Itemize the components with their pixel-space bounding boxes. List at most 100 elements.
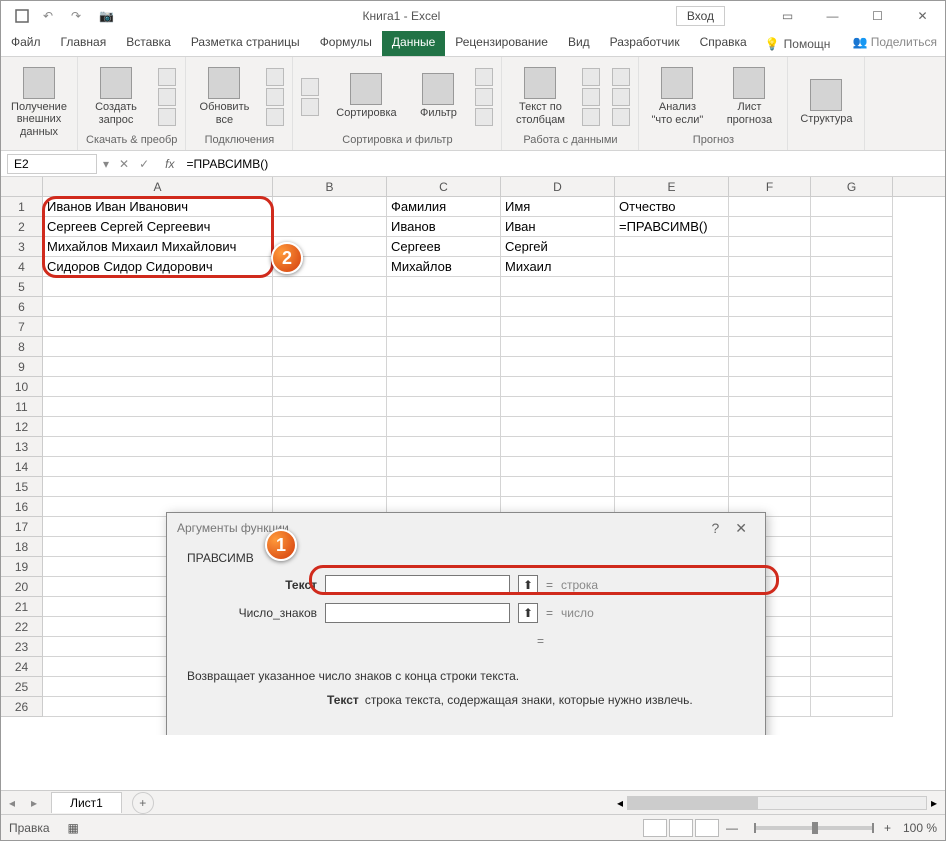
remove-dup-icon[interactable] [582,88,600,106]
cell[interactable] [729,417,811,437]
cell[interactable] [43,477,273,497]
cell[interactable] [501,277,615,297]
cell[interactable] [729,237,811,257]
share-button[interactable]: 👥 Поделиться [844,31,945,56]
zoom-slider[interactable] [754,826,874,830]
cell[interactable]: Сергеев [387,237,501,257]
cell[interactable] [501,377,615,397]
cell[interactable] [811,337,893,357]
cell[interactable] [43,297,273,317]
close-button[interactable]: ✕ [900,1,945,31]
advanced-filter-icon[interactable] [475,108,493,126]
col-header-d[interactable]: D [501,177,615,196]
cell[interactable]: Сергей [501,237,615,257]
cell[interactable] [501,477,615,497]
row-header[interactable]: 17 [1,517,43,537]
cell[interactable] [43,437,273,457]
row-header[interactable]: 12 [1,417,43,437]
hscroll-track[interactable] [627,796,927,810]
cell[interactable] [501,457,615,477]
col-header-a[interactable]: A [43,177,273,196]
cell[interactable] [43,397,273,417]
cell[interactable] [615,337,729,357]
row-header[interactable]: 26 [1,697,43,717]
cell[interactable] [615,457,729,477]
cell[interactable] [273,217,387,237]
cell[interactable] [273,457,387,477]
cell[interactable] [387,377,501,397]
cell[interactable] [387,437,501,457]
relationships-icon[interactable] [612,88,630,106]
cell[interactable]: Сергеев Сергей Сергеевич [43,217,273,237]
row-header[interactable]: 24 [1,657,43,677]
cell[interactable] [811,697,893,717]
arg-numchars-input[interactable] [325,603,510,623]
col-header-g[interactable]: G [811,177,893,196]
cell[interactable] [501,337,615,357]
maximize-button[interactable]: ☐ [855,1,900,31]
sheet-nav-prev-icon[interactable]: ◂ [1,796,23,810]
new-query-button[interactable]: Создать запрос [86,67,146,125]
data-model-icon[interactable] [612,108,630,126]
zoom-level[interactable]: 100 % [903,821,937,835]
sheet-tab-active[interactable]: Лист1 [51,792,122,813]
cell[interactable] [273,357,387,377]
edit-links-icon[interactable] [266,108,284,126]
cell[interactable] [501,437,615,457]
undo-icon[interactable]: ↶ [43,9,57,23]
cell[interactable] [615,257,729,277]
cell[interactable] [387,397,501,417]
cell[interactable] [387,297,501,317]
cell[interactable] [273,437,387,457]
tab-data[interactable]: Данные [382,31,445,56]
get-external-data-button[interactable]: Получение внешних данных [9,67,69,137]
cell[interactable] [387,317,501,337]
col-header-b[interactable]: B [273,177,387,196]
hscroll-thumb[interactable] [628,797,758,809]
data-validation-icon[interactable] [582,108,600,126]
arg-text-ref-icon[interactable]: ⬆ [518,575,538,595]
row-header[interactable]: 11 [1,397,43,417]
cell[interactable] [501,397,615,417]
sort-za-icon[interactable] [301,98,319,116]
row-header[interactable]: 25 [1,677,43,697]
row-header[interactable]: 8 [1,337,43,357]
tab-help[interactable]: Справка [690,31,757,56]
hscroll-left-icon[interactable]: ◂ [617,796,623,810]
macro-record-icon[interactable]: ▦ [68,821,79,835]
cell[interactable] [729,297,811,317]
cell[interactable] [273,417,387,437]
cell[interactable] [501,357,615,377]
tab-file[interactable]: Файл [1,31,51,56]
tab-review[interactable]: Рецензирование [445,31,558,56]
cell[interactable] [273,337,387,357]
cell[interactable] [43,357,273,377]
arg-numchars-ref-icon[interactable]: ⬆ [518,603,538,623]
cell[interactable] [811,657,893,677]
forecast-sheet-button[interactable]: Лист прогноза [719,67,779,125]
row-header[interactable]: 21 [1,597,43,617]
cancel-formula-icon[interactable]: ✕ [119,157,129,171]
cell[interactable] [387,337,501,357]
cell[interactable] [729,277,811,297]
tab-layout[interactable]: Разметка страницы [181,31,310,56]
zoom-thumb[interactable] [812,822,818,834]
cell[interactable] [811,297,893,317]
cell[interactable] [811,637,893,657]
cell[interactable] [729,317,811,337]
cell[interactable]: Сидоров Сидор Сидорович [43,257,273,277]
cell[interactable] [273,197,387,217]
col-header-e[interactable]: E [615,177,729,196]
cell[interactable] [43,337,273,357]
add-sheet-button[interactable]: + [132,792,154,814]
reapply-icon[interactable] [475,88,493,106]
hscroll-right-icon[interactable]: ▸ [931,796,937,810]
cell[interactable] [811,517,893,537]
row-header[interactable]: 15 [1,477,43,497]
cell[interactable] [811,357,893,377]
cell[interactable] [387,457,501,477]
cell[interactable] [811,317,893,337]
cell[interactable] [273,277,387,297]
cell[interactable] [615,277,729,297]
cell[interactable] [273,397,387,417]
